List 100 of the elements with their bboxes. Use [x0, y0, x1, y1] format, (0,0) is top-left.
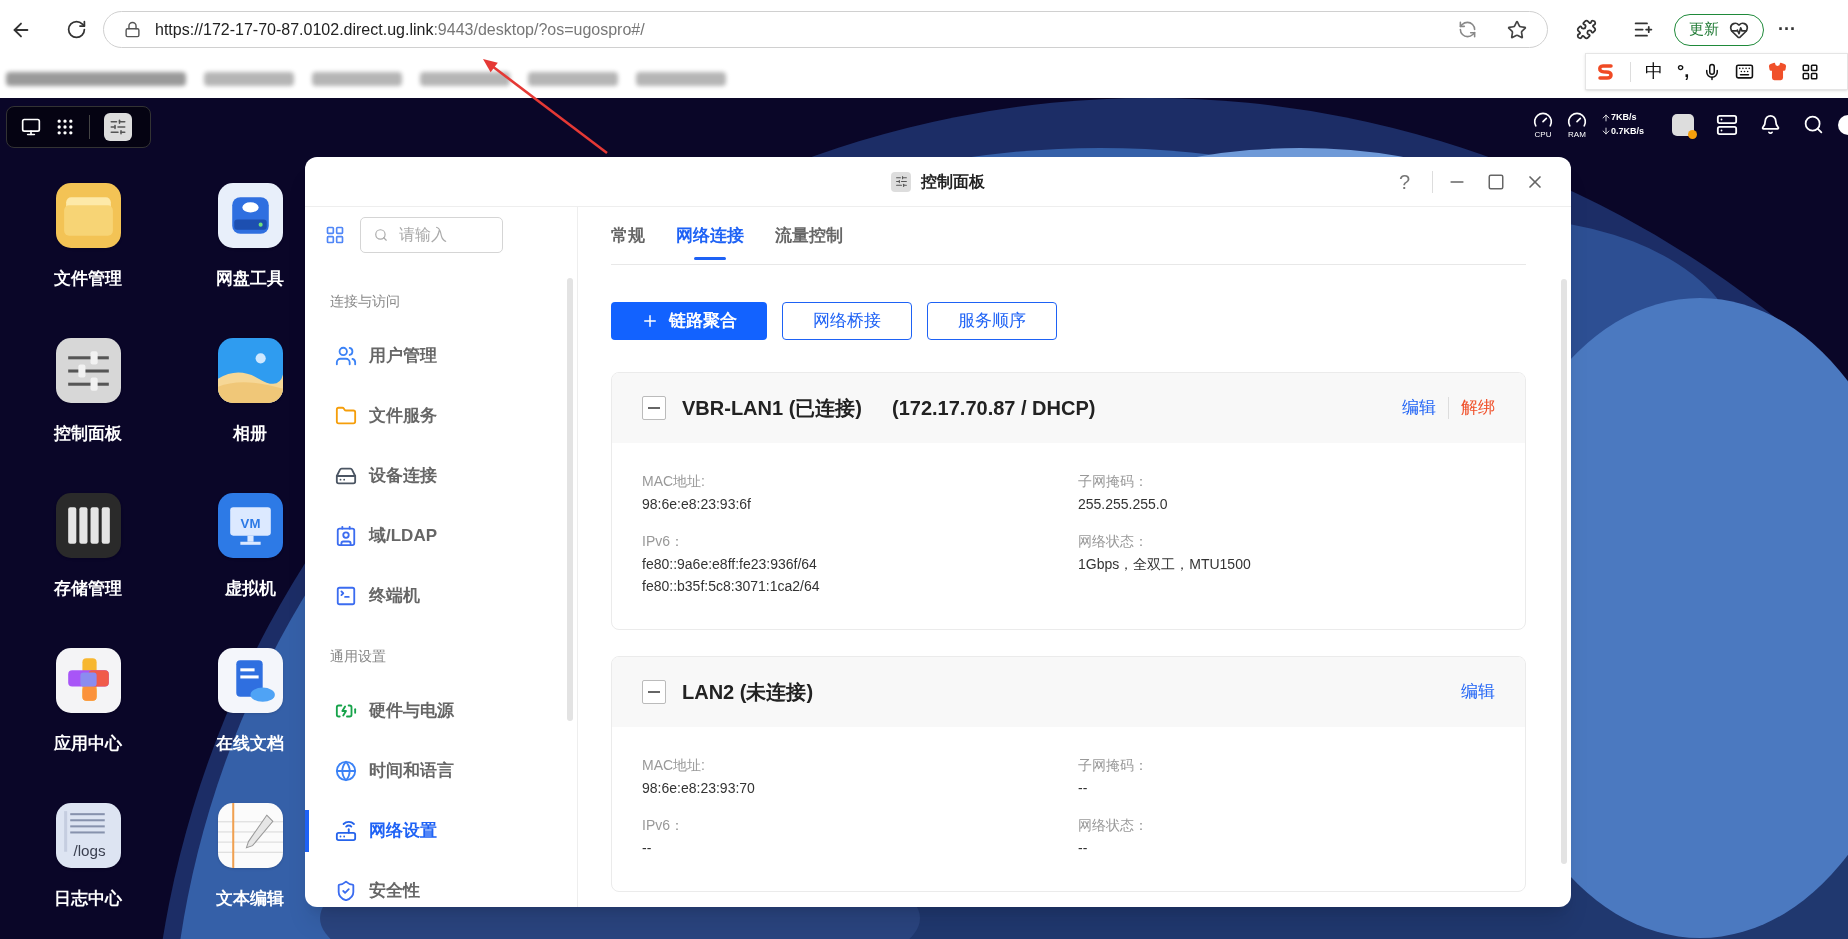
app-label: 虚拟机 — [224, 579, 276, 599]
selection-indicator — [305, 810, 309, 852]
refresh-icon[interactable] — [66, 19, 87, 40]
app-label: 存储管理 — [54, 579, 122, 599]
search-field[interactable]: 请输入 — [360, 217, 503, 253]
interface-name: VBR-LAN1 (已连接) — [682, 396, 862, 421]
tab[interactable]: 流量控制 — [775, 207, 843, 264]
photo-icon[interactable] — [217, 338, 283, 403]
storage-icon[interactable] — [55, 493, 121, 558]
field-label: MAC地址: — [642, 756, 706, 775]
monitor-icon[interactable] — [21, 117, 41, 137]
sliders-icon[interactable] — [55, 338, 121, 403]
app-label: 文件管理 — [54, 269, 122, 289]
window-title: 控制面板 — [921, 171, 985, 192]
monitor-icon[interactable]: VM — [217, 493, 283, 558]
download-arrow-icon — [1600, 126, 1611, 137]
edit-link[interactable]: 编辑 — [1461, 679, 1495, 705]
field-value: 255.255.255.0 — [1078, 495, 1169, 514]
search-icon — [374, 228, 388, 242]
more-menu[interactable]: ··· — [1778, 16, 1796, 43]
tab[interactable]: 常规 — [611, 207, 645, 264]
maximize-icon[interactable] — [1487, 172, 1505, 191]
card-icon — [335, 525, 357, 547]
field-label: IPv6： — [642, 532, 685, 551]
users-icon — [335, 345, 357, 367]
punctuation-mode[interactable]: °, — [1677, 58, 1690, 85]
apps-grid-icon[interactable] — [55, 117, 75, 137]
help-button[interactable]: ? — [1398, 166, 1410, 197]
url-text: https://172-17-70-87.0102.direct.ug.link:9443/desktop/?os=ugospro#/ — [155, 19, 645, 40]
s-logo-icon[interactable] — [1596, 61, 1616, 82]
field-label: MAC地址: — [642, 472, 706, 491]
field-label: 子网掩码： — [1078, 472, 1149, 491]
shield-icon — [335, 880, 357, 902]
sidebar-item[interactable]: 硬件与电源 — [335, 698, 454, 724]
log-icon[interactable]: /logs — [55, 803, 121, 868]
apps-icon[interactable] — [55, 648, 121, 713]
field-value: 98:6e:e8:23:93:6f — [642, 495, 752, 514]
field-label: IPv6： — [642, 816, 685, 835]
server-icon[interactable] — [1716, 113, 1738, 136]
interface-name: LAN2 (未连接) — [682, 680, 814, 705]
sidebar-item[interactable]: 安全性 — [335, 878, 420, 904]
outline-button[interactable]: 网络桥接 — [782, 302, 912, 340]
collapse-toggle[interactable] — [642, 680, 666, 704]
primary-button[interactable]: 链路聚合 — [611, 302, 767, 340]
field-value: fe80::b35f:5c8:3071:1ca2/64 — [642, 577, 821, 596]
section-title: 连接与访问 — [330, 292, 401, 311]
section-title: 通用设置 — [330, 647, 387, 666]
sidebar-item[interactable]: 文件服务 — [335, 403, 437, 429]
search-icon[interactable] — [1803, 114, 1824, 135]
app-label: 应用中心 — [54, 734, 122, 754]
keyboard-icon[interactable] — [1735, 62, 1755, 81]
unbind-link[interactable]: 解绑 — [1461, 395, 1495, 421]
edit-link[interactable]: 编辑 — [1402, 395, 1436, 421]
collapse-toggle[interactable] — [642, 396, 666, 420]
sidebar-item[interactable]: 终端机 — [335, 583, 420, 609]
app-label: 网盘工具 — [216, 269, 284, 289]
shirt-icon[interactable] — [1768, 62, 1788, 81]
field-value: -- — [1078, 779, 1089, 798]
control-panel-icon[interactable] — [104, 113, 132, 141]
gauge-icon[interactable] — [1566, 110, 1587, 130]
sidebar-item[interactable]: 时间和语言 — [335, 758, 454, 784]
field-value: fe80::9a6e:e8ff:fe23:936f/64 — [642, 555, 818, 574]
language-mode[interactable]: 中 — [1645, 58, 1663, 85]
sidebar-item[interactable]: 用户管理 — [335, 343, 437, 369]
sidebar-item[interactable]: 网络设置 — [335, 818, 437, 844]
minus-icon — [648, 407, 660, 409]
notepad-icon[interactable] — [217, 803, 283, 868]
gauge-icon[interactable] — [1532, 110, 1553, 130]
folder-icon — [335, 405, 357, 427]
terminal-icon — [335, 585, 357, 607]
field-value: 1Gbps，全双工，MTU1500 — [1078, 555, 1252, 574]
favorite-star-icon[interactable] — [1507, 19, 1527, 40]
device-icon — [335, 465, 357, 487]
extensions-icon[interactable] — [1576, 19, 1597, 40]
plus-icon — [641, 312, 659, 330]
scrollbar[interactable] — [1561, 279, 1567, 864]
outline-button[interactable]: 服务顺序 — [927, 302, 1057, 340]
circular-arrows-icon[interactable] — [1458, 20, 1477, 39]
field-label: 网络状态： — [1078, 816, 1149, 835]
upload-arrow-icon — [1600, 112, 1611, 123]
folder-icon[interactable] — [55, 183, 121, 248]
grid-icon[interactable] — [1801, 62, 1820, 81]
ram-label: RAM — [1568, 130, 1586, 139]
globe-icon — [335, 760, 357, 782]
sidebar-item[interactable]: 域/LDAP — [335, 523, 437, 549]
download-speed: 0.7KB/s — [1610, 124, 1644, 138]
app-label: 在线文档 — [216, 734, 284, 754]
app-label: 相册 — [233, 424, 267, 444]
field-value: 98:6e:e8:23:93:70 — [642, 779, 756, 798]
document-icon[interactable] — [217, 648, 283, 713]
app-badge-icon[interactable] — [1672, 113, 1694, 136]
app-label: 控制面板 — [54, 424, 122, 444]
tab[interactable]: 网络连接 — [676, 207, 744, 264]
bell-icon[interactable] — [1760, 114, 1781, 135]
interface-address: (172.17.70.87 / DHCP) — [892, 396, 1096, 421]
sidebar-item[interactable]: 设备连接 — [335, 463, 437, 489]
scrollbar[interactable] — [567, 278, 573, 721]
upload-speed: 7KB/s — [1610, 111, 1637, 124]
drive-icon[interactable] — [217, 183, 283, 248]
field-value: -- — [642, 839, 653, 858]
